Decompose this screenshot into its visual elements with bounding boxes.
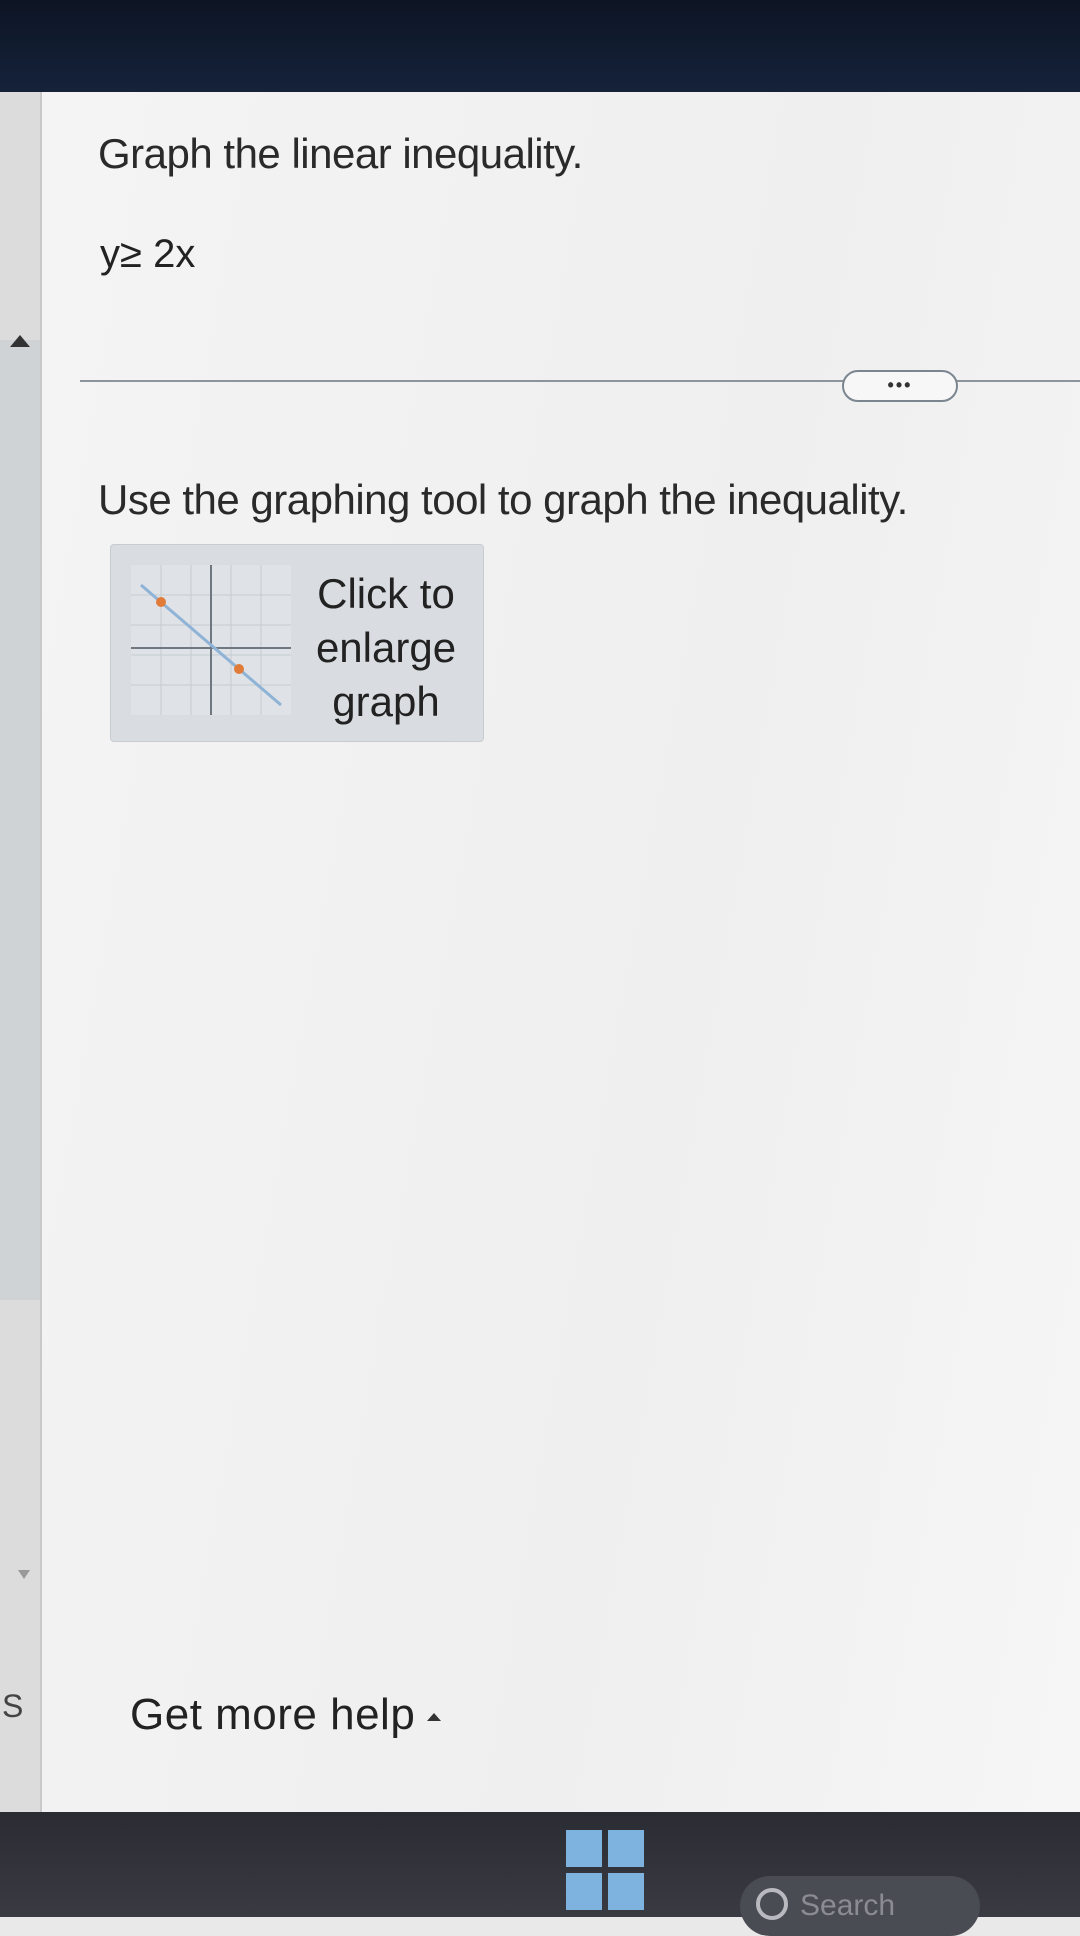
enlarge-label-line-2: enlarge (315, 624, 457, 671)
inequality-expression: y≥ 2x (100, 232, 196, 276)
graph-thumbnail-icon (131, 565, 291, 715)
scroll-down-arrow-icon[interactable] (18, 1570, 30, 1579)
question-title: Graph the linear inequality. (98, 130, 583, 177)
left-edge-letter: S (2, 1688, 24, 1724)
enlarge-graph-label: Click to enlarge graph (291, 567, 481, 729)
question-panel (42, 92, 1080, 1812)
enlarge-graph-button[interactable]: Click to enlarge graph (110, 544, 484, 742)
left-scrollbar-track[interactable] (0, 340, 40, 1300)
windows-start-icon[interactable] (566, 1830, 644, 1910)
screen-top-bezel (0, 0, 1080, 92)
taskbar-search-label: Search (800, 1889, 896, 1922)
get-more-help-button[interactable]: Get more help (130, 1690, 442, 1740)
enlarge-label-line-1: Click to (317, 570, 455, 617)
search-icon (756, 1888, 788, 1920)
task-instruction: Use the graphing tool to graph the inequ… (98, 476, 908, 523)
taskbar-search-box[interactable]: Search (740, 1876, 980, 1936)
expand-more-button[interactable]: ••• (842, 370, 958, 402)
get-more-help-label: Get more help (130, 1690, 416, 1739)
caret-up-icon (427, 1713, 442, 1722)
scroll-up-arrow-icon[interactable] (10, 335, 30, 347)
enlarge-label-line-3: graph (332, 678, 440, 725)
